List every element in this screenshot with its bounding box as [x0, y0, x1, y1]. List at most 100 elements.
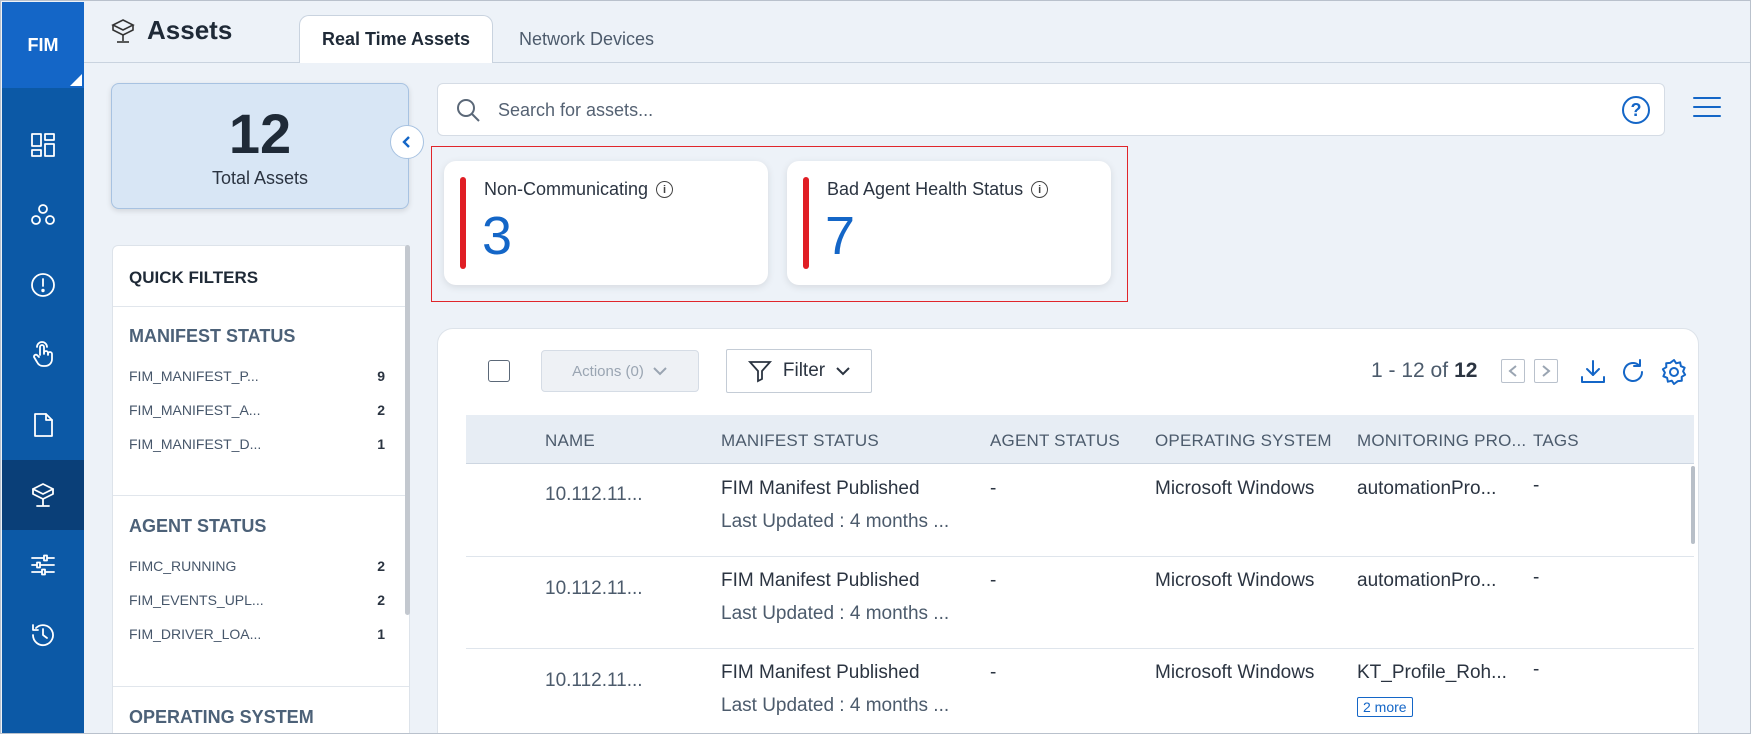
cell-operating-system: Microsoft Windows — [1155, 662, 1315, 683]
cell-name[interactable]: 10.112.11... — [545, 670, 643, 692]
chevron-down-icon — [836, 367, 850, 376]
column-header-name[interactable]: NAME — [545, 431, 595, 451]
table-row[interactable]: 10.112.11... FIM Manifest Published Last… — [466, 557, 1694, 649]
filter-item[interactable]: FIM_MANIFEST_A... 2 — [129, 402, 385, 418]
page-title: Assets — [147, 15, 233, 45]
cell-name[interactable]: 10.112.11... — [545, 484, 643, 506]
refresh-icon — [1623, 359, 1643, 382]
filter-item-count: 1 — [377, 626, 385, 642]
filter-item[interactable]: FIMC_RUNNING 2 — [129, 558, 385, 574]
cell-agent-status: - — [990, 478, 997, 499]
search-bar: ? — [437, 83, 1665, 136]
assets-icon — [111, 18, 135, 43]
chevron-left-icon — [1508, 365, 1517, 377]
chevron-right-icon — [1542, 365, 1551, 377]
filter-item[interactable]: FIM_DRIVER_LOA... 1 — [129, 626, 385, 642]
quick-filters-scrollbar[interactable] — [405, 245, 410, 615]
status-bar — [803, 177, 809, 269]
column-header-monitoring-profile[interactable]: MONITORING PRO... — [1357, 431, 1526, 451]
tab-real-time-assets[interactable]: Real Time Assets — [299, 15, 493, 63]
gear-icon — [1661, 359, 1687, 385]
nav-item-assets[interactable] — [2, 460, 84, 530]
more-profiles-badge[interactable]: 2 more — [1357, 697, 1413, 717]
actions-dropdown[interactable]: Actions (0) — [541, 350, 699, 392]
tab-network-devices[interactable]: Network Devices — [499, 15, 674, 63]
stat-card-bad-agent-health[interactable]: Bad Agent Health Status i 7 — [787, 161, 1111, 285]
stat-card-non-communicating[interactable]: Non-Communicating i 3 — [444, 161, 768, 285]
alert-icon — [31, 273, 55, 297]
cell-last-updated: Last Updated : 4 months ... — [721, 511, 950, 532]
app-brand[interactable]: FIM — [2, 2, 84, 88]
nav-item-clusters[interactable] — [2, 180, 84, 250]
next-page-button[interactable] — [1534, 359, 1558, 383]
help-icon[interactable]: ? — [1622, 96, 1650, 124]
column-header-tags[interactable]: TAGS — [1533, 431, 1579, 451]
cell-manifest-status: FIM Manifest Published — [721, 662, 920, 683]
filter-item-count: 2 — [377, 402, 385, 418]
info-icon[interactable]: i — [1031, 181, 1049, 198]
brand-corner-indicator — [70, 74, 82, 86]
filter-item-count: 2 — [377, 558, 385, 574]
nav-item-reports[interactable] — [2, 390, 84, 460]
divider — [113, 306, 409, 307]
page-title-group: Assets — [109, 15, 232, 46]
cell-operating-system: Microsoft Windows — [1155, 478, 1315, 499]
left-navigation: FIM — [2, 2, 84, 733]
table-row[interactable]: 10.112.11... FIM Manifest Published Last… — [466, 649, 1694, 733]
search-icon — [457, 99, 480, 122]
table-row[interactable]: 10.112.11... FIM Manifest Published Last… — [466, 465, 1694, 557]
stat-value: 7 — [825, 206, 856, 266]
brand-label: FIM — [27, 34, 59, 55]
total-assets-count: 12 — [228, 102, 292, 165]
app-window: FIM Assets Real Time Assets Network Devi… — [0, 0, 1751, 734]
total-assets-card[interactable]: 12 Total Assets — [111, 83, 409, 209]
refresh-button[interactable] — [1618, 357, 1648, 387]
column-header-agent-status[interactable]: AGENT STATUS — [990, 431, 1120, 451]
stat-label-text: Bad Agent Health Status — [827, 179, 1024, 199]
pagination-range: 1 - 12 of — [1371, 359, 1449, 382]
nav-item-history[interactable] — [2, 600, 84, 670]
column-header-manifest-status[interactable]: MANIFEST STATUS — [721, 431, 879, 451]
filter-item-label: FIM_DRIVER_LOA... — [129, 626, 262, 642]
collapse-sidebar-button[interactable] — [390, 125, 424, 159]
pagination-total: 12 — [1454, 359, 1478, 382]
nav-item-configuration[interactable] — [2, 530, 84, 600]
stat-label: Non-Communicating i — [484, 179, 674, 200]
filter-item-label: FIM_MANIFEST_D... — [129, 436, 262, 452]
settings-button[interactable] — [1659, 357, 1689, 387]
sliders-icon — [31, 554, 55, 576]
search-input[interactable] — [498, 96, 1578, 124]
filter-item[interactable]: FIM_EVENTS_UPL... 2 — [129, 592, 385, 608]
total-assets-label: Total Assets — [211, 168, 309, 188]
column-header-operating-system[interactable]: OPERATING SYSTEM — [1155, 431, 1332, 451]
filter-item-count: 1 — [377, 436, 385, 452]
filter-item-label: FIM_MANIFEST_P... — [129, 368, 259, 384]
assets-icon — [32, 483, 54, 507]
filter-item[interactable]: FIM_MANIFEST_D... 1 — [129, 436, 385, 452]
quick-filters-title: QUICK FILTERS — [129, 268, 259, 287]
funnel-icon — [747, 361, 772, 383]
filter-item[interactable]: FIM_MANIFEST_P... 9 — [129, 368, 385, 384]
document-icon — [34, 413, 53, 437]
history-icon — [32, 624, 54, 647]
cell-tags: - — [1533, 659, 1540, 680]
info-icon[interactable]: i — [656, 181, 674, 198]
filter-item-count: 9 — [377, 368, 385, 384]
nav-item-actions[interactable] — [2, 320, 84, 390]
filter-label: Filter — [782, 360, 826, 381]
nav-item-alerts[interactable] — [2, 250, 84, 320]
chevron-left-icon — [402, 136, 410, 148]
cell-operating-system: Microsoft Windows — [1155, 570, 1315, 591]
divider — [113, 495, 409, 496]
download-button[interactable] — [1578, 357, 1608, 387]
cell-tags: - — [1533, 567, 1540, 588]
filter-button[interactable]: Filter — [726, 349, 872, 393]
stat-value: 3 — [482, 206, 513, 266]
hamburger-menu-icon[interactable] — [1693, 97, 1721, 121]
previous-page-button[interactable] — [1501, 359, 1525, 383]
filter-item-count: 2 — [377, 592, 385, 608]
quick-filters-panel: QUICK FILTERS MANIFEST STATUS FIM_MANIFE… — [112, 245, 410, 733]
cell-name[interactable]: 10.112.11... — [545, 578, 643, 600]
select-all-checkbox[interactable] — [488, 360, 510, 382]
nav-item-dashboard[interactable] — [2, 110, 84, 180]
